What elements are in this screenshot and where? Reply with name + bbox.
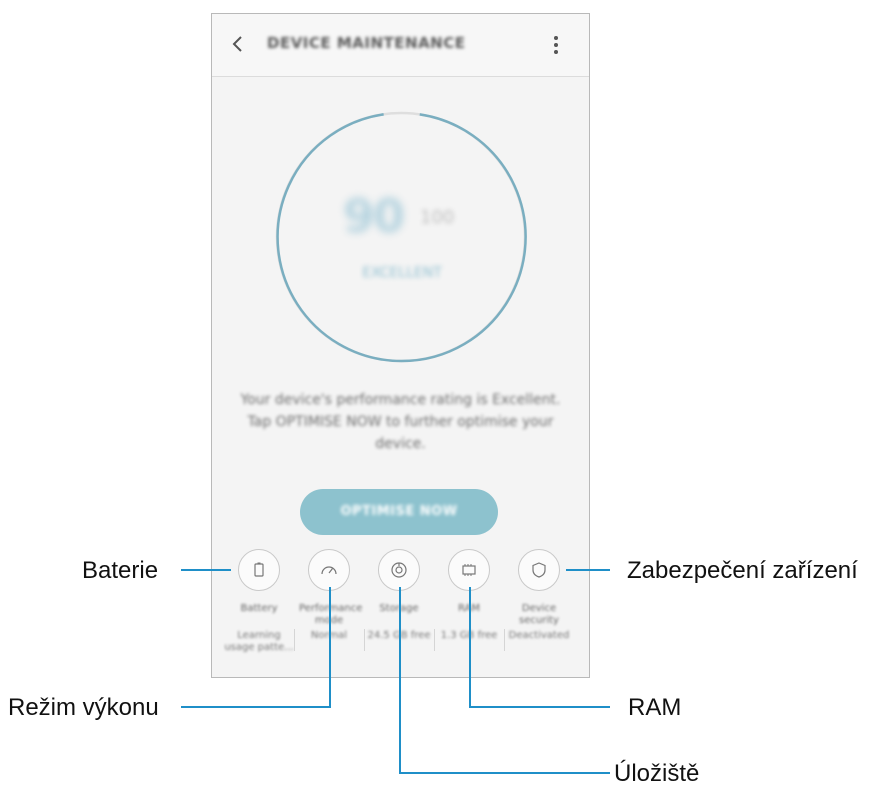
optimise-now-button[interactable]: OPTIMISE NOW [300,489,498,535]
feature-ram[interactable]: RAM 1.3 GB free [439,549,505,651]
score-label: EXCELLENT [362,265,442,281]
feature-device-security[interactable]: Device security Deactivated [509,549,569,641]
feature-value: 24.5 GB free [367,630,431,641]
performance-description: Your device's performance rating is Exce… [240,392,561,452]
memory-chip-icon [462,564,476,576]
battery-icon [254,562,264,577]
speedometer-icon [321,566,337,575]
feature-value: Normal [310,630,348,641]
callout-ram: RAM [628,694,682,721]
storage-disk-icon [391,562,407,578]
back-arrow-icon[interactable] [229,32,247,56]
page-title: DEVICE MAINTENANCE [267,34,466,52]
feature-battery[interactable]: Battery Learning usage patte... [224,549,295,653]
callout-performance-mode: Režim výkonu [8,694,159,721]
battery-button[interactable] [238,549,280,591]
feature-storage[interactable]: Storage 24.5 GB free [368,549,435,651]
callout-battery: Baterie [82,557,159,584]
feature-value: Deactivated [508,630,570,641]
optimise-button-label: OPTIMISE NOW [340,504,458,519]
feature-value: Learning usage patte... [224,630,294,653]
feature-value: 1.3 GB free [440,630,498,641]
feature-name: RAM [457,603,480,614]
feature-name: Performance mode [299,603,363,626]
feature-name: Battery [240,603,278,614]
app-bar: DEVICE MAINTENANCE [212,14,589,77]
performance-mode-button[interactable] [308,549,350,591]
score-value: 90 [343,189,405,243]
phone-screen: DEVICE MAINTENANCE 90 100 EXCELLENT Your… [211,13,590,678]
more-options-icon[interactable] [546,32,566,58]
score-max: 100 [420,207,455,228]
feature-name: Device security [519,603,559,626]
shield-icon [532,562,546,578]
feature-performance-mode[interactable]: Performance mode Normal [299,549,365,651]
storage-button[interactable] [378,549,420,591]
callout-storage: Úložiště [614,760,700,787]
device-security-button[interactable] [518,549,560,591]
callout-device-security: Zabezpečení zařízení [627,557,858,584]
ram-button[interactable] [448,549,490,591]
feature-name: Storage [379,603,419,614]
